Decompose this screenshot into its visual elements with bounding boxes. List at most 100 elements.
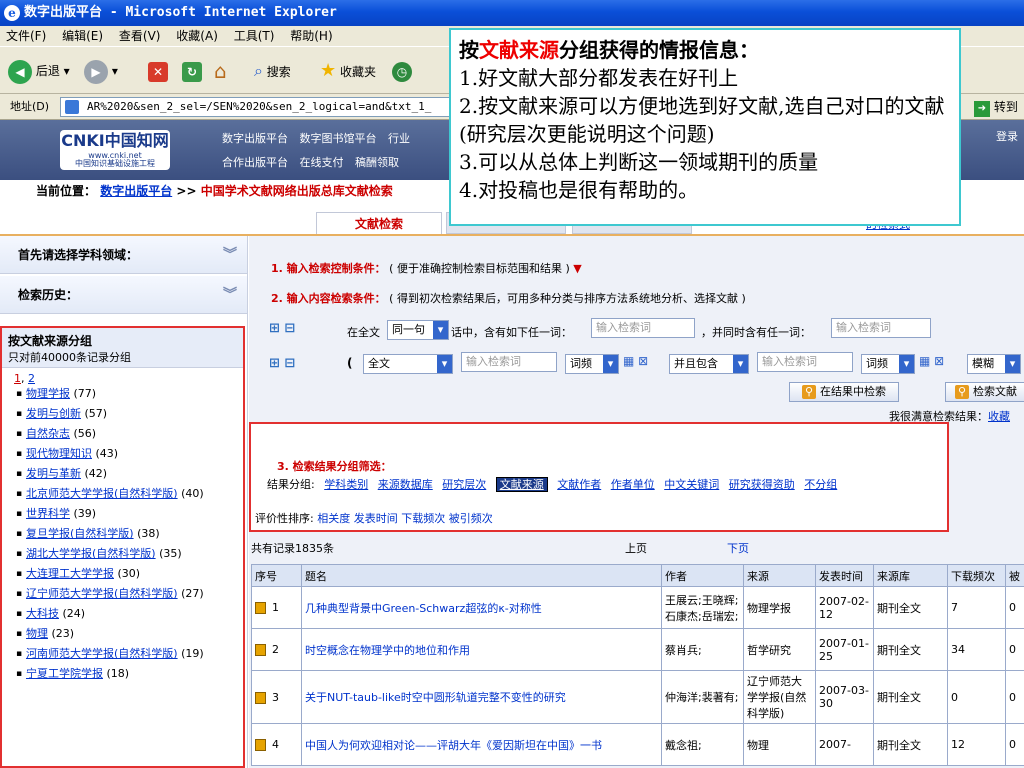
cnki-logo[interactable]: CNKI中国知网 www.cnki.net 中国知识基础设施工程	[60, 130, 170, 170]
col-database[interactable]: 来源库	[873, 564, 948, 587]
filter-keyword[interactable]: 中文关键词	[664, 478, 719, 491]
keyword-input-4[interactable]: 输入检索词	[757, 352, 853, 372]
breadcrumb-link[interactable]: 数字出版平台	[100, 184, 172, 198]
nav-cooperative-publishing[interactable]: 合作出版平台	[222, 156, 288, 169]
filter-author[interactable]: 文献作者	[557, 478, 601, 491]
filter-subject[interactable]: 学科类别	[324, 478, 368, 491]
table-row[interactable]: 1 几种典型背景中Green-Schwarz超弦的κ-对称性 王展云;王晓辉;石康杰…	[251, 586, 1024, 629]
filter-none[interactable]: 不分组	[804, 478, 837, 491]
source-link[interactable]: 物理学报	[26, 387, 70, 400]
document-icon[interactable]	[255, 644, 266, 656]
document-icon[interactable]	[255, 602, 266, 614]
source-link[interactable]: 发明与创新	[26, 407, 81, 420]
source-link[interactable]: 湖北大学学报(自然科学版)	[26, 547, 156, 560]
sentence-select[interactable]: 同一句	[387, 320, 449, 340]
menu-favorites[interactable]: 收藏(A)	[170, 26, 224, 46]
frequency-tool-icons[interactable]: ▦ ⊠	[623, 354, 648, 368]
menu-help[interactable]: 帮助(H)	[284, 26, 338, 46]
filter-funding[interactable]: 研究获得资助	[729, 478, 795, 491]
back-button[interactable]: ◀ 后退 ▾	[8, 57, 70, 85]
row-number: 2	[251, 628, 302, 671]
source-link[interactable]: 自然杂志	[26, 427, 70, 440]
keyword-input-3[interactable]: 输入检索词	[461, 352, 557, 372]
search-in-results-button[interactable]: ⚲ 在结果中检索	[789, 382, 899, 402]
refresh-button[interactable]: ↻	[182, 57, 202, 85]
result-title-link[interactable]: 中国人为何欢迎相对论——评胡大年《爱因斯坦在中国》一书	[305, 739, 602, 752]
source-link[interactable]: 河南师范大学学报(自然科学版)	[26, 647, 178, 660]
source-link[interactable]: 世界科学	[26, 507, 70, 520]
frequency-select-2[interactable]: 词频	[861, 354, 915, 374]
filter-institution[interactable]: 作者单位	[611, 478, 655, 491]
field-select[interactable]: 全文	[363, 354, 453, 374]
add-row-icon[interactable]: ⊞ ⊟	[269, 321, 295, 336]
result-title-link[interactable]: 关于NUT-taub-like时空中圆形轨道完整不变性的研究	[305, 691, 566, 704]
col-downloads[interactable]: 下载频次	[947, 564, 1006, 587]
source-link[interactable]: 发明与革新	[26, 467, 81, 480]
col-title[interactable]: 题名	[301, 564, 662, 587]
login-link[interactable]: 登录	[996, 128, 1018, 144]
nav-digital-publishing[interactable]: 数字出版平台	[222, 132, 288, 145]
expand-down-icon[interactable]: ▼	[573, 262, 581, 275]
group-page-1[interactable]: 1	[14, 372, 21, 385]
go-button[interactable]: ➜ 转到	[974, 97, 1018, 117]
frequency-tool-icons[interactable]: ▦ ⊠	[919, 354, 944, 368]
fuzzy-select[interactable]: 模糊	[967, 354, 1021, 374]
table-row[interactable]: 3 关于NUT-taub-like时空中圆形轨道完整不变性的研究 仲海洋;裴著有; 辽…	[251, 670, 1024, 724]
nav-digital-library[interactable]: 数字图书馆平台	[300, 132, 377, 145]
sort-date[interactable]: 发表时间	[354, 512, 398, 525]
keyword-input-1[interactable]: 输入检索词	[591, 318, 695, 338]
table-row[interactable]: 4 中国人为何欢迎相对论——评胡大年《爱因斯坦在中国》一书 戴念祖; 物理 2007- 期…	[251, 723, 1024, 766]
nav-online-payment[interactable]: 在线支付	[300, 156, 344, 169]
col-cited[interactable]: 被	[1005, 564, 1024, 587]
keyword-input-2[interactable]: 输入检索词	[831, 318, 931, 338]
forward-button[interactable]: ▶ ▾	[84, 57, 118, 85]
document-icon[interactable]	[255, 691, 266, 704]
source-link[interactable]: 大连理工大学学报	[26, 567, 114, 580]
nav-row-2: 合作出版平台 在线支付 稿酬领取	[222, 154, 407, 170]
group-page-2[interactable]: 2	[28, 372, 35, 385]
result-title-link[interactable]: 几种典型背景中Green-Schwarz超弦的κ-对称性	[305, 602, 542, 615]
sort-downloads[interactable]: 下载频次	[401, 512, 445, 525]
col-date[interactable]: 发表时间	[815, 564, 874, 587]
menu-tools[interactable]: 工具(T)	[228, 26, 281, 46]
search-button[interactable]: ⌕ 搜索	[254, 57, 291, 85]
table-row[interactable]: 2 时空概念在物理学中的地位和作用 蔡肖兵; 哲学研究 2007-01-25 期刊全文 34…	[251, 628, 1024, 671]
source-link[interactable]: 大科技	[26, 607, 59, 620]
search-documents-button[interactable]: ⚲ 检索文献	[945, 382, 1024, 402]
home-button[interactable]: ⌂	[214, 57, 227, 85]
nav-royalty[interactable]: 稿酬领取	[355, 156, 399, 169]
history-header[interactable]: 检索历史： ︾	[0, 276, 247, 314]
source-link[interactable]: 宁夏工学院学报	[26, 667, 103, 680]
next-page[interactable]: 下页	[727, 540, 749, 556]
source-link[interactable]: 现代物理知识	[26, 447, 92, 460]
source-link[interactable]: 复旦学报(自然科学版)	[26, 527, 134, 540]
sort-relevance[interactable]: 相关度	[317, 512, 350, 525]
and-contains-select[interactable]: 并且包含	[669, 354, 749, 374]
field-selector-header[interactable]: 首先请选择学科领域： ︾	[0, 236, 247, 274]
sort-citations[interactable]: 被引频次	[449, 512, 493, 525]
filter-research-level[interactable]: 研究层次	[442, 478, 486, 491]
filter-document-source[interactable]: 文献来源	[495, 477, 548, 492]
menu-view[interactable]: 查看(V)	[113, 26, 167, 46]
prev-page[interactable]: 上页	[625, 540, 647, 556]
source-link[interactable]: 物理	[26, 627, 48, 640]
add-row-icon[interactable]: ⊞ ⊟	[269, 356, 295, 371]
source-link[interactable]: 北京师范大学学报(自然科学版)	[26, 487, 178, 500]
filter-database[interactable]: 来源数据库	[378, 478, 433, 491]
col-source[interactable]: 来源	[743, 564, 816, 587]
document-icon[interactable]	[255, 739, 266, 751]
result-title-link[interactable]: 时空概念在物理学中的地位和作用	[305, 644, 470, 657]
history-button[interactable]: ◷	[392, 57, 412, 85]
favorites-button[interactable]: ★ 收藏夹	[320, 57, 376, 85]
window-titlebar: e 数字出版平台 - Microsoft Internet Explorer	[0, 0, 1024, 26]
menu-edit[interactable]: 编辑(E)	[56, 26, 109, 46]
nav-industry[interactable]: 行业	[388, 132, 410, 145]
tab-document-search[interactable]: 文献检索	[316, 212, 442, 234]
satisfaction-link[interactable]: 收藏	[988, 410, 1010, 423]
col-no[interactable]: 序号	[251, 564, 302, 587]
source-link[interactable]: 辽宁师范大学学报(自然科学版)	[26, 587, 178, 600]
frequency-select-1[interactable]: 词频	[565, 354, 619, 374]
menu-file[interactable]: 文件(F)	[0, 26, 52, 46]
stop-button[interactable]: ✕	[148, 57, 168, 85]
col-author[interactable]: 作者	[661, 564, 744, 587]
